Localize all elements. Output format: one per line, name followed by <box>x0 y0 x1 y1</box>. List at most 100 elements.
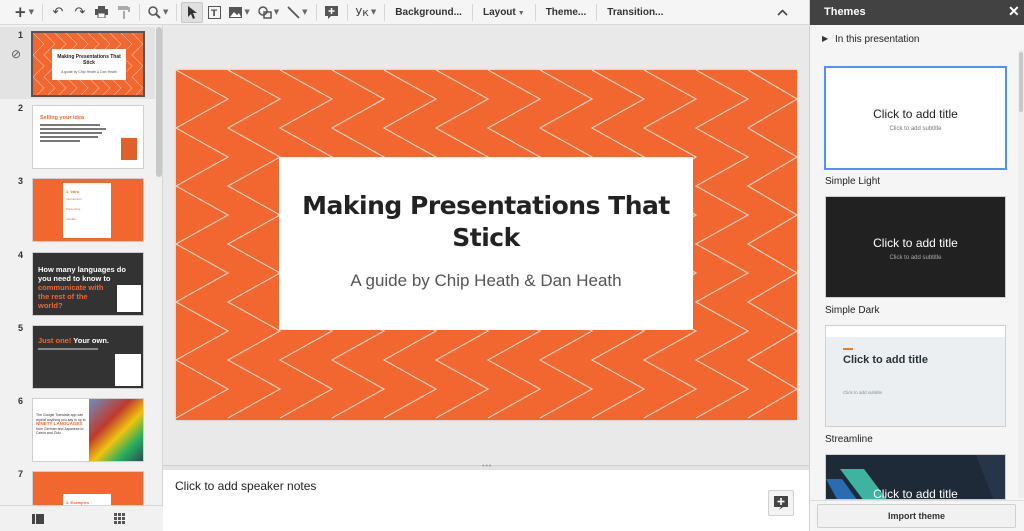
slide-thumbnail[interactable]: How many languages do you need to know t… <box>32 252 144 316</box>
book-cover-image <box>121 138 137 160</box>
theme-header-band <box>826 326 1005 337</box>
thumb-highlight: communicate with the rest of the world? <box>38 283 104 310</box>
filmstrip-slide-2[interactable]: 2 Selling your idea <box>0 100 155 172</box>
theme-card-title: Click to add title <box>843 354 928 366</box>
toolbar-divider <box>176 3 178 21</box>
slide-thumbnail[interactable]: The Google Translate app can repeat anyt… <box>32 398 144 462</box>
caret-down-icon: ▼ <box>370 8 377 16</box>
themes-section-toggle[interactable]: ▶ In this presentation <box>810 30 1018 50</box>
print-button[interactable] <box>91 2 113 23</box>
thumb-subtitle: A guide by Chip Heath & Dan Heath <box>61 70 117 74</box>
slides-editor: + ▼ ↶ ↷ ▼ T ▼ ▼ ▼ Ук ▼ Background... Lay… <box>0 0 1024 531</box>
title-box[interactable]: Making Presentations That Stick A guide … <box>279 157 693 330</box>
filmstrip-scrollbar-thumb[interactable] <box>156 27 162 177</box>
caret-down-icon: ▼ <box>302 8 308 16</box>
slide-thumbnail[interactable]: Just one! Your own. <box>32 325 144 389</box>
filmstrip-slide-1[interactable]: 1 ⊘ Making Presentations That Stick A gu… <box>0 27 155 99</box>
line-icon <box>287 5 300 19</box>
thumb-text-tail: from German and Japanese to Czech and Zu… <box>36 426 84 436</box>
filmstrip-slide-7[interactable]: 7 2. Examples <box>0 466 155 505</box>
comment-button[interactable] <box>321 2 343 23</box>
thumb-highlight: Just one! <box>38 336 72 345</box>
thumb-title: How many languages do you need to know t… <box>38 265 126 283</box>
new-slide-button[interactable]: + ▼ <box>10 2 38 23</box>
triangle-right-icon: ▶ <box>822 34 829 43</box>
theme-card-subtitle: Click to add subtitle <box>889 255 942 261</box>
theme-card-subtitle: Click to add subtitle <box>843 390 883 395</box>
text-box-button[interactable]: T <box>203 2 225 23</box>
speaker-notes-placeholder[interactable]: Click to add speaker notes <box>175 479 316 493</box>
filmstrip-slide-3[interactable]: 3 1. Intro Introduction Presenting Visua… <box>0 173 155 245</box>
toolbar-divider <box>41 3 43 21</box>
slide-filmstrip[interactable]: 1 ⊘ Making Presentations That Stick A gu… <box>0 25 163 505</box>
drag-handle-icon: ••• <box>482 463 493 470</box>
caret-down-icon: ▼ <box>162 8 169 16</box>
background-button[interactable]: Background... <box>389 7 468 18</box>
paint-roller-icon <box>117 5 130 19</box>
thumb-highlight: NINETY LANGUAGES <box>36 421 83 426</box>
layout-label: Layout <box>482 6 516 18</box>
text-box-icon: T <box>207 5 221 19</box>
theme-card-simple-light[interactable]: Click to add title Click to add subtitle <box>825 67 1006 169</box>
filmstrip-view-icon[interactable] <box>32 514 44 524</box>
slide-subtitle[interactable]: A guide by Chip Heath & Dan Heath <box>279 271 693 291</box>
themes-scrollbar-thumb[interactable] <box>1019 52 1023 112</box>
themes-panel: Themes ✕ ▶ In this presentation Click to… <box>809 0 1024 531</box>
slide-canvas-area[interactable]: Making Presentations That Stick A guide … <box>163 25 809 465</box>
toolbar-divider <box>346 3 348 21</box>
thumb-title-box: Making Presentations That Stick A guide … <box>52 49 126 80</box>
chevron-up-icon <box>776 8 788 16</box>
explore-button[interactable] <box>768 490 794 516</box>
filmstrip-slide-6[interactable]: 6 The Google Translate app can repeat an… <box>0 393 155 465</box>
slide-title[interactable]: Making Presentations That Stick <box>279 190 693 254</box>
print-icon <box>95 6 109 18</box>
slide-number: 6 <box>18 396 24 406</box>
caret-down-icon: ▼ <box>517 9 525 17</box>
thumb-text-line <box>40 128 106 130</box>
undo-button[interactable]: ↶ <box>47 2 69 23</box>
slide-number: 2 <box>18 103 24 113</box>
transition-button[interactable]: Transition... <box>601 7 669 18</box>
filmstrip-slide-4[interactable]: 4 How many languages do you need to know… <box>0 247 155 319</box>
slide-number: 1 <box>18 30 24 40</box>
select-tool-button[interactable] <box>181 1 204 23</box>
image-button[interactable]: ▼ <box>225 2 253 23</box>
slide-thumbnail[interactable]: Making Presentations That Stick A guide … <box>31 31 145 97</box>
toolbar-divider <box>534 3 536 21</box>
theme-button[interactable]: Theme... <box>540 7 593 18</box>
line-button[interactable]: ▼ <box>283 2 311 23</box>
theme-card-focus[interactable]: Click to add title <box>825 454 1006 500</box>
cursor-icon <box>188 5 198 19</box>
close-icon[interactable]: ✕ <box>1008 3 1020 20</box>
toolbar-divider <box>384 3 386 21</box>
grid-view-icon[interactable] <box>114 513 125 524</box>
current-slide[interactable]: Making Presentations That Stick A guide … <box>176 70 797 420</box>
paint-format-button[interactable] <box>113 2 135 23</box>
slide-thumbnail[interactable]: Selling your idea <box>32 105 144 169</box>
theme-name: Streamline <box>825 434 873 445</box>
thumb-item: Presenting <box>66 207 81 211</box>
thumb-title: 1. Intro <box>66 189 80 194</box>
thumb-title: Your own. <box>73 336 109 345</box>
thumb-text-line <box>40 136 98 138</box>
redo-button[interactable]: ↷ <box>69 2 91 23</box>
themes-header: Themes ✕ <box>810 0 1024 25</box>
theme-card-simple-dark[interactable]: Click to add title Click to add subtitle <box>825 196 1006 298</box>
shape-button[interactable]: ▼ <box>254 2 283 23</box>
collapse-toolbar-button[interactable] <box>771 2 793 23</box>
add-comment-icon <box>325 5 339 19</box>
theme-card-streamline[interactable]: Click to add title Click to add subtitle <box>825 325 1006 427</box>
themes-scrollbar[interactable] <box>1018 50 1024 498</box>
filmstrip-slide-5[interactable]: 5 Just one! Your own. <box>0 320 155 392</box>
slide-thumbnail[interactable]: 2. Examples <box>32 471 144 505</box>
import-theme-button[interactable]: Import theme <box>817 504 1016 528</box>
zoom-icon <box>148 5 161 19</box>
layout-button[interactable]: Layout ▼ <box>477 7 531 18</box>
toolbar: + ▼ ↶ ↷ ▼ T ▼ ▼ ▼ Ук ▼ Background... Lay… <box>0 0 809 25</box>
thumb-content-box: 1. Intro Introduction Presenting Visuals <box>63 183 111 238</box>
zoom-button[interactable]: ▼ <box>144 2 172 23</box>
input-tools-button[interactable]: Ук ▼ <box>352 2 381 23</box>
speaker-notes[interactable]: Click to add speaker notes <box>163 470 809 531</box>
shape-icon <box>258 5 272 19</box>
slide-thumbnail[interactable]: 1. Intro Introduction Presenting Visuals <box>32 178 144 242</box>
